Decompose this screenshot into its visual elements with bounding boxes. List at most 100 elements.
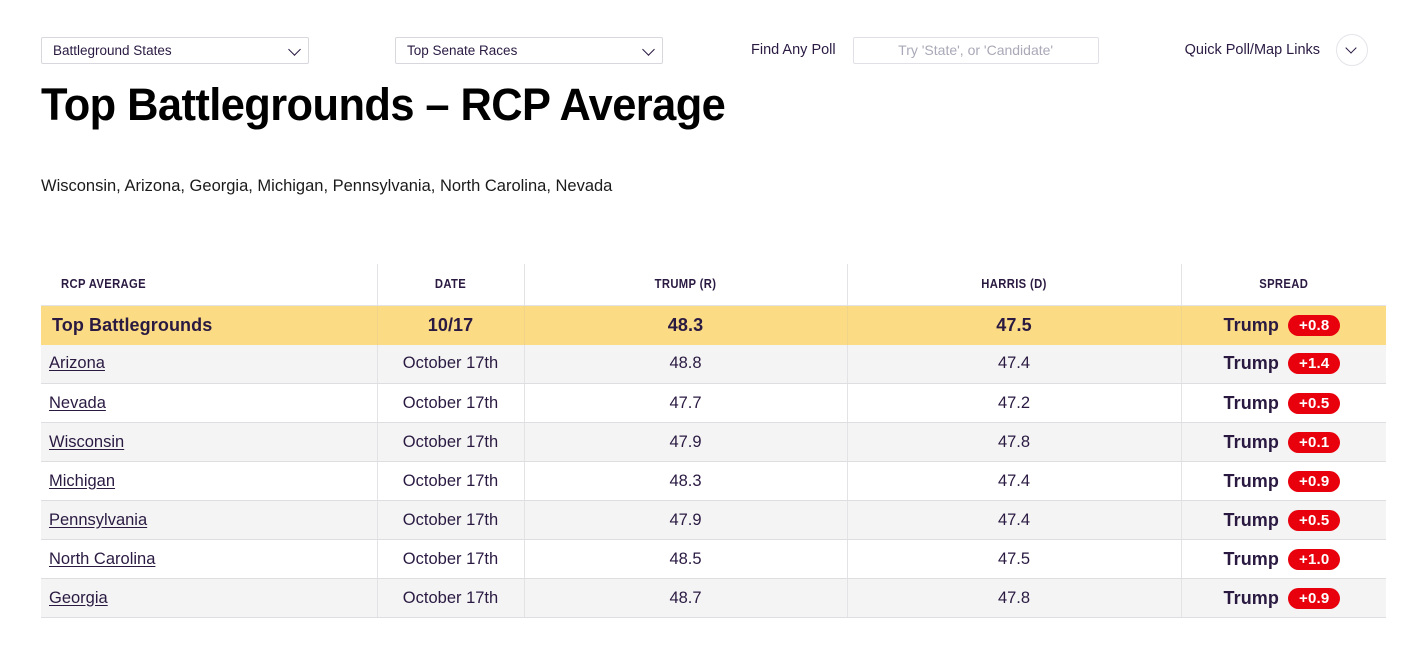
table-row: Wisconsin October 17th 47.9 47.8 Trump +… xyxy=(41,422,1387,462)
status-badge: +0.5 xyxy=(1288,509,1341,531)
spread-cell: Trump +0.8 xyxy=(1223,314,1387,336)
table-header-row: RCP AVERAGE DATE TRUMP (R) HARRIS (D) SP… xyxy=(41,264,1386,306)
spread-leader: Trump xyxy=(1223,314,1280,335)
spread-cell-wrap: Trump +1.0 xyxy=(1181,539,1387,579)
page-title: Top Battlegrounds – RCP Average xyxy=(41,79,726,130)
page-root: Battleground States Top Senate Races Fin… xyxy=(0,0,1410,663)
spread-cell: Trump +1.4 xyxy=(1223,353,1387,375)
poll-table-container: RCP AVERAGE DATE TRUMP (R) HARRIS (D) SP… xyxy=(41,264,1386,618)
spread-cell: Trump +0.9 xyxy=(1223,470,1387,492)
harris-cell: 47.5 xyxy=(847,539,1182,579)
spread-leader: Trump xyxy=(1223,587,1280,608)
chevron-down-icon xyxy=(288,43,301,56)
harris-cell: 47.4 xyxy=(847,500,1182,540)
column-header-trump: TRUMP (R) xyxy=(540,264,832,306)
summary-spread: Trump +0.8 xyxy=(1181,305,1387,345)
state-link[interactable]: Wisconsin xyxy=(49,433,124,451)
trump-cell: 48.8 xyxy=(524,344,848,384)
column-header-rcp-average-label: RCP AVERAGE xyxy=(61,277,147,291)
status-badge: +0.8 xyxy=(1288,314,1341,336)
summary-harris: 47.5 xyxy=(847,305,1182,345)
state-link[interactable]: Georgia xyxy=(49,589,108,607)
date-cell: October 17th xyxy=(377,344,525,384)
state-cell: Georgia xyxy=(41,578,378,618)
status-badge: +1.0 xyxy=(1288,548,1341,570)
table-body: Top Battlegrounds 10/17 48.3 47.5 Trump … xyxy=(41,305,1387,618)
state-link[interactable]: Michigan xyxy=(49,472,115,490)
summary-row: Top Battlegrounds 10/17 48.3 47.5 Trump … xyxy=(41,305,1387,345)
state-link[interactable]: Arizona xyxy=(49,354,105,372)
date-cell: October 17th xyxy=(377,461,525,501)
spread-cell-wrap: Trump +0.1 xyxy=(1181,422,1387,462)
state-link[interactable]: Pennsylvania xyxy=(49,511,147,529)
expand-links-button[interactable] xyxy=(1336,34,1369,66)
race-select-value: Top Senate Races xyxy=(407,42,518,58)
table-row: Pennsylvania October 17th 47.9 47.4 Trum… xyxy=(41,500,1387,540)
date-cell: October 17th xyxy=(377,539,525,579)
spread-cell: Trump +0.5 xyxy=(1224,509,1387,531)
table-row: Michigan October 17th 48.3 47.4 Trump +0… xyxy=(41,461,1387,501)
spread-cell: Trump +0.1 xyxy=(1223,431,1387,453)
harris-cell: 47.4 xyxy=(847,461,1182,501)
spread-leader: Trump xyxy=(1223,431,1280,452)
column-header-spread: SPREAD xyxy=(1191,264,1376,306)
trump-cell: 48.5 xyxy=(524,539,848,579)
date-cell: October 17th xyxy=(377,422,525,462)
page-subtitle: Wisconsin, Arizona, Georgia, Michigan, P… xyxy=(41,177,613,195)
harris-cell: 47.2 xyxy=(847,383,1182,423)
quick-poll-map-links[interactable]: Quick Poll/Map Links xyxy=(1185,42,1320,58)
table-row: North Carolina October 17th 48.5 47.5 Tr… xyxy=(41,539,1387,579)
trump-cell: 47.9 xyxy=(524,500,848,540)
rcp-average-table: RCP AVERAGE DATE TRUMP (R) HARRIS (D) SP… xyxy=(41,264,1386,618)
spread-leader: Trump xyxy=(1223,548,1280,569)
toolbar: Battleground States Top Senate Races Fin… xyxy=(41,34,1370,66)
date-cell: October 17th xyxy=(377,578,525,618)
table-header: RCP AVERAGE DATE TRUMP (R) HARRIS (D) SP… xyxy=(41,264,1386,306)
status-badge: +0.5 xyxy=(1288,392,1341,414)
column-header-harris: HARRIS (D) xyxy=(863,264,1165,306)
spread-cell-wrap: Trump +0.5 xyxy=(1181,383,1387,423)
state-cell: North Carolina xyxy=(41,539,378,579)
spread-cell-wrap: Trump +1.4 xyxy=(1181,344,1387,384)
harris-cell: 47.8 xyxy=(847,422,1182,462)
column-header-date: DATE xyxy=(384,264,518,306)
spread-cell-wrap: Trump +0.9 xyxy=(1181,461,1387,501)
summary-trump: 48.3 xyxy=(524,305,848,345)
spread-cell-wrap: Trump +0.5 xyxy=(1181,500,1387,540)
state-cell: Nevada xyxy=(41,383,378,423)
spread-leader: Trump xyxy=(1223,392,1280,413)
summary-date: 10/17 xyxy=(377,305,525,345)
state-cell: Wisconsin xyxy=(41,422,378,462)
state-cell: Pennsylvania xyxy=(41,500,378,540)
trump-cell: 48.3 xyxy=(524,461,848,501)
spread-cell: Trump +0.5 xyxy=(1223,392,1387,414)
state-cell: Michigan xyxy=(41,461,378,501)
trump-cell: 48.7 xyxy=(524,578,848,618)
spread-cell: Trump +1.0 xyxy=(1223,548,1387,570)
state-select[interactable]: Battleground States xyxy=(41,36,309,64)
status-badge: +1.4 xyxy=(1288,353,1341,375)
status-badge: +0.9 xyxy=(1288,587,1341,609)
date-cell: October 17th xyxy=(377,500,525,540)
table-row: Arizona October 17th 48.8 47.4 Trump +1.… xyxy=(41,344,1387,384)
spread-cell-wrap: Trump +0.9 xyxy=(1181,578,1387,618)
summary-name: Top Battlegrounds xyxy=(41,305,378,345)
state-select-value: Battleground States xyxy=(53,42,172,58)
race-select[interactable]: Top Senate Races xyxy=(395,36,663,64)
spread-leader: Trump xyxy=(1223,353,1280,374)
table-row: Nevada October 17th 47.7 47.2 Trump +0.5 xyxy=(41,383,1387,423)
status-badge: +0.1 xyxy=(1288,431,1341,453)
find-any-poll-label: Find Any Poll xyxy=(751,42,836,58)
spread-cell: Trump +0.9 xyxy=(1223,587,1387,609)
state-link[interactable]: North Carolina xyxy=(49,550,155,568)
state-link[interactable]: Nevada xyxy=(49,394,106,412)
spread-leader: Trump xyxy=(1223,470,1280,491)
harris-cell: 47.8 xyxy=(847,578,1182,618)
status-badge: +0.9 xyxy=(1288,470,1341,492)
chevron-down-icon xyxy=(642,43,655,56)
column-header-rcp-average: RCP AVERAGE xyxy=(41,264,378,306)
trump-cell: 47.9 xyxy=(524,422,848,462)
harris-cell: 47.4 xyxy=(847,344,1182,384)
poll-search-input[interactable] xyxy=(852,36,1099,64)
date-cell: October 17th xyxy=(377,383,525,423)
